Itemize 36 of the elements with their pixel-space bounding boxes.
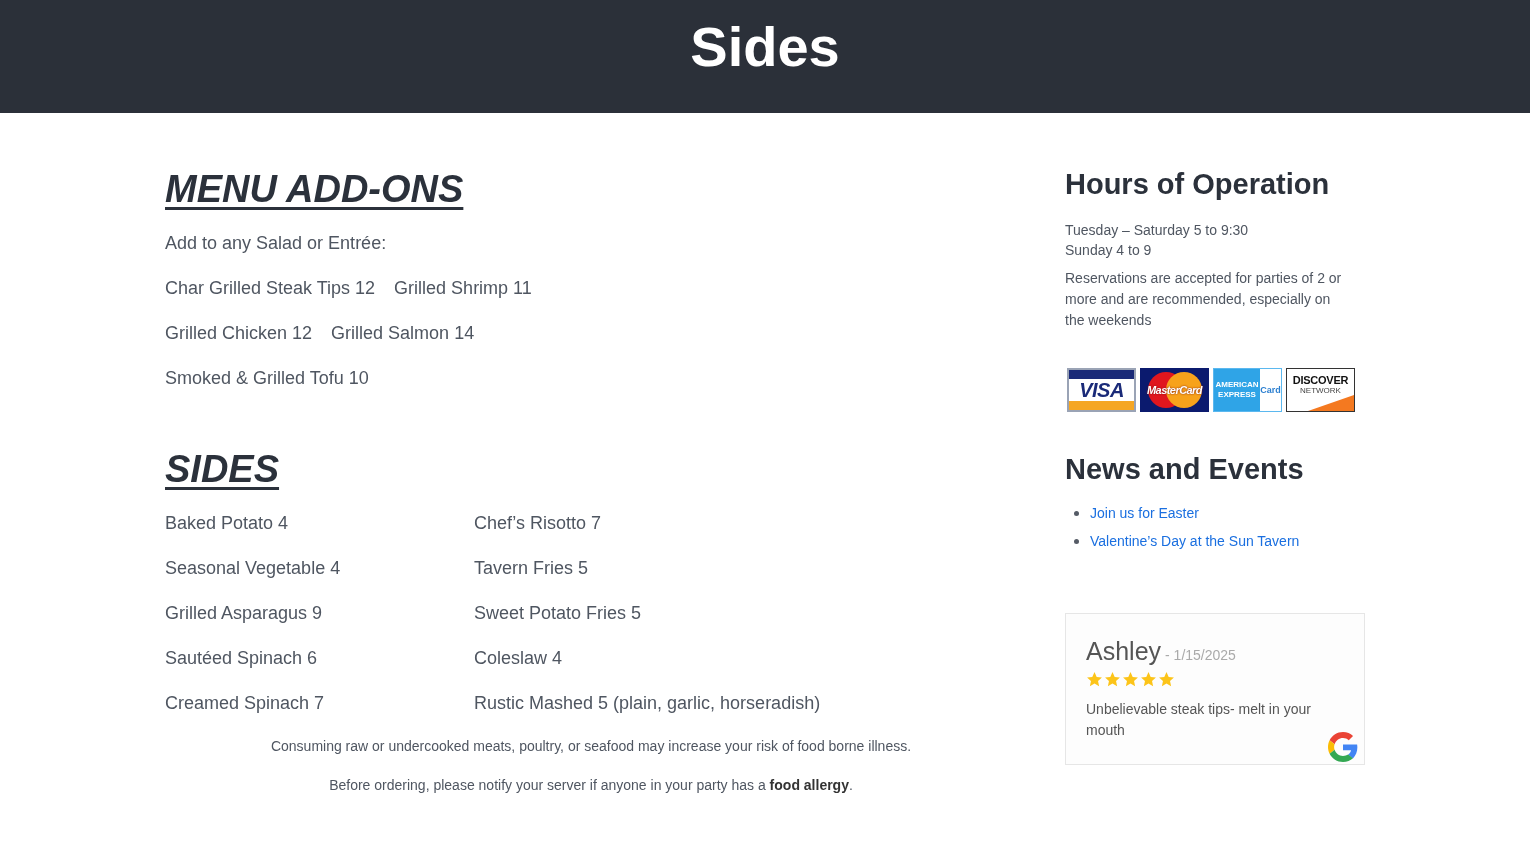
dish-text: Sautéed Spinach 6 [165,647,318,670]
bullet-icon [1074,538,1079,544]
reservations-note: Reservations are accepted for parties of 2 or more and are recommended, especially on the weekends [1065,269,1343,330]
news-link[interactable]: Valentine’s Day at the Sun Tavern [1090,527,1300,555]
dish-text: Grilled Asparagus 9 [165,602,323,625]
dish-text: Sweet Potato Fries 5 [474,602,642,625]
dish-text: Grilled Shrimp 11 [394,277,532,300]
google-g-icon [1328,732,1358,762]
section-heading: MENU ADD-ONS [165,167,464,212]
dish-text: Coleslaw 4 [474,647,563,670]
section-heading: SIDES [165,447,280,492]
review-text: Unbelievable steak tips- melt in your mouth [1086,700,1312,740]
hours-text: Tuesday – Saturday 5 to 9:30 [1065,221,1249,240]
dish-text: Smoked & Grilled Tofu 10 [165,367,369,390]
dish-text: Baked Potato 4 [165,512,289,535]
hours-text: Sunday 4 to 9 [1065,241,1152,260]
addons-intro: Add to any Salad or Entrée: [165,232,387,255]
sidebar-heading: News and Events [1065,452,1304,487]
news-link[interactable]: Join us for Easter [1090,499,1199,527]
page-title: Sides [690,14,840,80]
visa-card-logo: VISA [1067,368,1136,412]
dish-text: Chef’s Risotto 7 [474,512,602,535]
dish-text: Creamed Spinach 7 [165,692,325,715]
discover-card-logo: DISCOVER NETWORK [1286,368,1355,412]
notice-text: Before ordering, please notify your server if anyone in your party has a food allergy. [329,776,853,795]
review-author: Ashley [1086,636,1162,667]
review-date: - 1/15/2025 [1165,646,1236,665]
dish-text: Seasonal Vegetable 4 [165,557,341,580]
dish-text: Grilled Salmon 14 [331,322,475,345]
dish-text: Rustic Mashed 5 (plain, garlic, horseradish) [474,692,821,715]
dish-text: Tavern Fries 5 [474,557,589,580]
notice-text: Consuming raw or undercooked meats, poultry, or seafood may increase your risk of food borne illness. [270,737,912,756]
dish-text: Grilled Chicken 12 [165,322,313,345]
dish-text: Char Grilled Steak Tips 12 [165,277,376,300]
bullet-icon [1074,510,1079,516]
sidebar-heading: Hours of Operation [1065,167,1330,202]
